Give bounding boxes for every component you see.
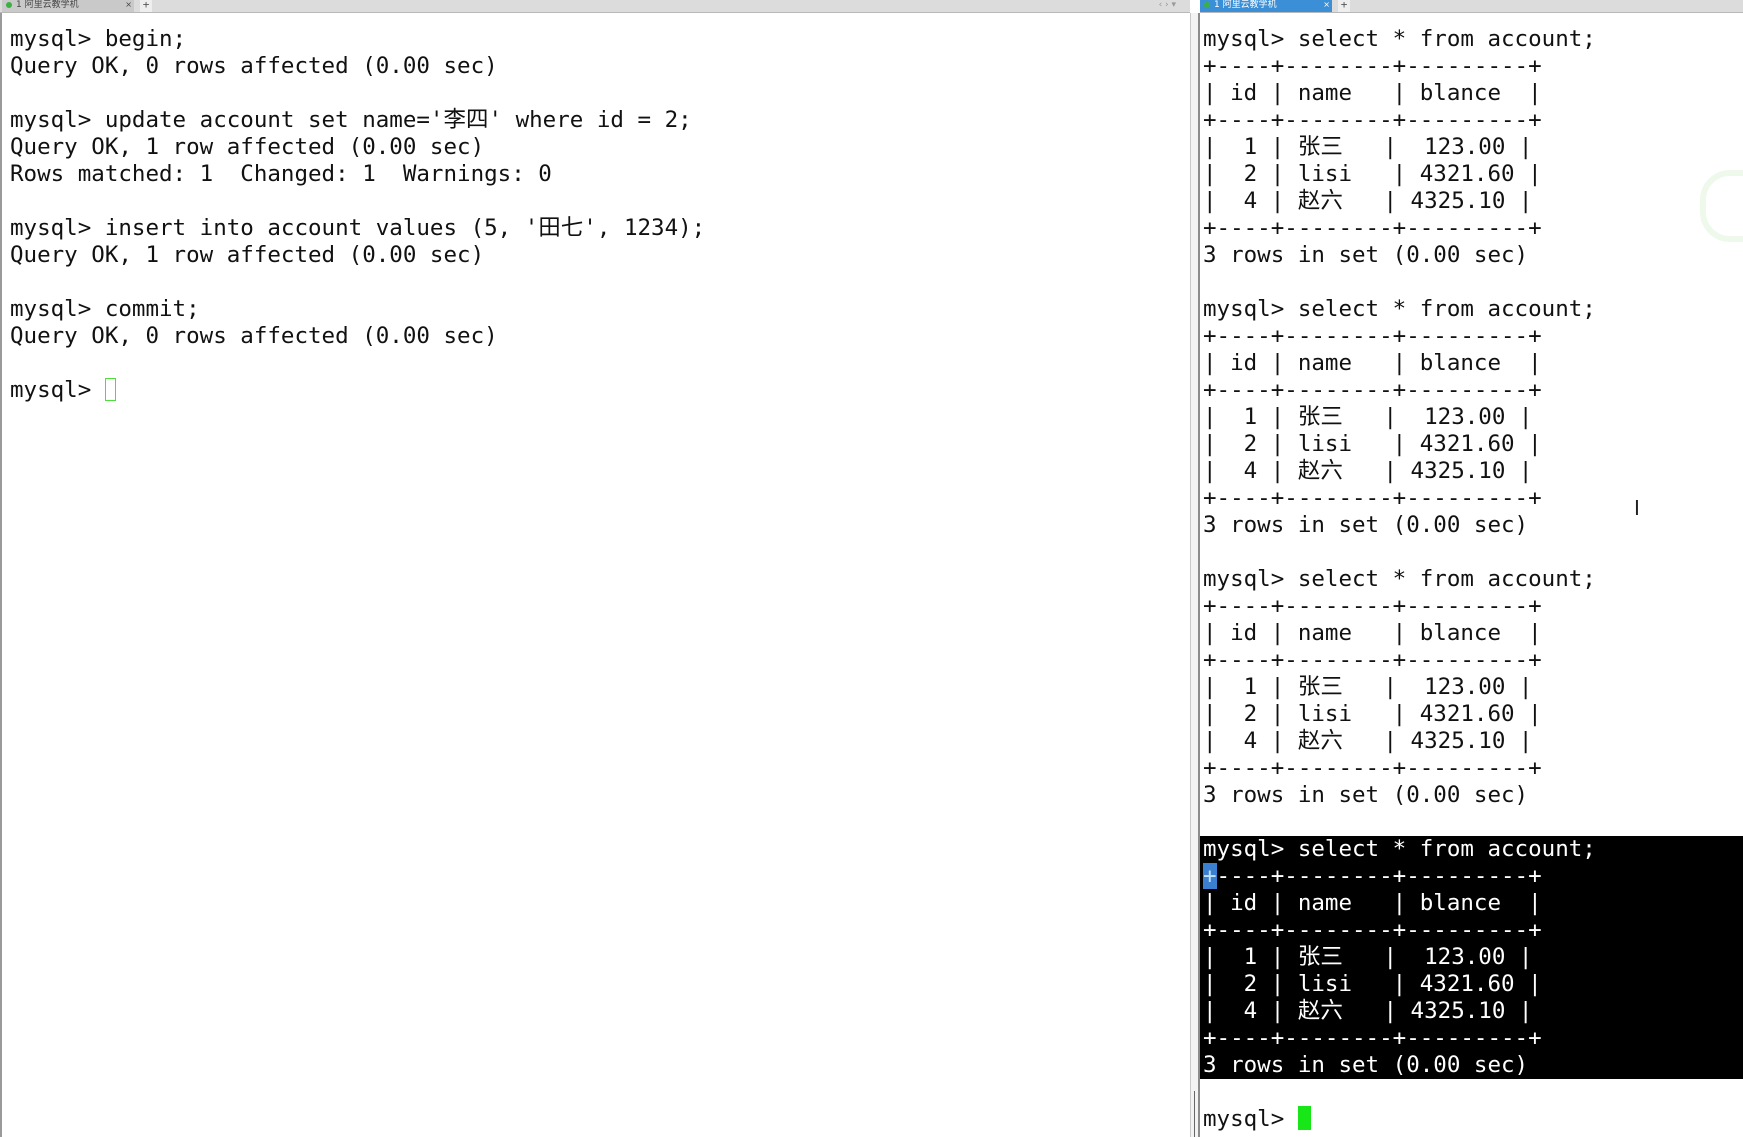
pane-splitter[interactable]	[1190, 13, 1200, 1137]
left-tab-bar: 1 阿里云教学机 × + ‹ › ▾	[0, 0, 1190, 13]
table-border: +----+--------+---------+	[1200, 917, 1743, 944]
right-terminal-output: mysql> select * from account; +----+-----…	[1200, 13, 1743, 1133]
table-header: | id | name | blance |	[1203, 80, 1542, 106]
table-row: | 4 | 赵六 | 4325.10 |	[1200, 998, 1743, 1025]
new-tab-button[interactable]: +	[140, 0, 152, 12]
table-row: | 4 | 赵六 | 4325.10 |	[1203, 188, 1533, 214]
tab-right-session[interactable]: 1 阿里云教学机 ×	[1200, 0, 1332, 12]
new-tab-button[interactable]: +	[1338, 0, 1350, 12]
text-cursor-ibeam-icon: I	[1634, 496, 1640, 520]
table-border: +----+--------+---------+	[1203, 485, 1542, 511]
table-border: +----+--------+---------+	[1203, 53, 1542, 79]
table-row: | 1 | 张三 | 123.00 |	[1200, 944, 1743, 971]
table-header: | id | name | blance |	[1203, 620, 1542, 646]
splitter-grip-icon[interactable]	[1194, 1091, 1195, 1137]
result-footer: 3 rows in set (0.00 sec)	[1203, 242, 1529, 268]
tab-label: 1 阿里云教学机	[1214, 0, 1277, 10]
result-footer: 3 rows in set (0.00 sec)	[1203, 512, 1529, 538]
terminal-cursor	[104, 378, 116, 401]
watermark-logo-icon	[1700, 170, 1743, 242]
table-row: | 4 | 赵六 | 4325.10 |	[1203, 458, 1533, 484]
prompt-line: mysql>	[1203, 1106, 1743, 1133]
table-border: +----+--------+---------+	[1203, 107, 1542, 133]
table-border-rest: ----+--------+---------+	[1216, 863, 1542, 889]
table-border: +----+--------+---------+	[1203, 593, 1542, 619]
table-border: +----+--------+---------+	[1203, 647, 1542, 673]
table-row: | 4 | 赵六 | 4325.10 |	[1203, 728, 1533, 754]
terminal-line: Rows matched: 1 Changed: 1 Warnings: 0	[10, 161, 552, 187]
table-row: | 1 | 张三 | 123.00 |	[1203, 674, 1533, 700]
table-row: | 2 | lisi | 4321.60 |	[1200, 971, 1743, 998]
result-footer: 3 rows in set (0.00 sec)	[1203, 782, 1529, 808]
terminal-line: Query OK, 0 rows affected (0.00 sec)	[10, 323, 498, 349]
terminal-line: Query OK, 1 row affected (0.00 sec)	[10, 134, 485, 160]
right-terminal-pane[interactable]: mysql> select * from account; +----+-----…	[1200, 13, 1743, 1137]
query-line: mysql> select * from account;	[1203, 566, 1596, 592]
terminal-line: mysql> insert into account values (5, '田…	[10, 215, 706, 241]
table-header: | id | name | blance |	[1200, 890, 1743, 917]
query-line: mysql> select * from account;	[1200, 836, 1743, 863]
terminal-cursor	[1297, 1106, 1311, 1130]
table-row: | 2 | lisi | 4321.60 |	[1203, 161, 1542, 187]
close-icon[interactable]: ×	[1323, 0, 1330, 10]
table-border: +----+--------+---------+	[1200, 863, 1743, 890]
terminal-line: Query OK, 0 rows affected (0.00 sec)	[10, 53, 498, 79]
selection-marker: +	[1203, 863, 1217, 889]
terminal-line: mysql> update account set name='李四' wher…	[10, 107, 692, 133]
table-border: +----+--------+---------+	[1203, 323, 1542, 349]
status-dot-icon	[6, 2, 12, 8]
table-row: | 1 | 张三 | 123.00 |	[1203, 404, 1533, 430]
prompt-text: mysql>	[10, 377, 105, 403]
query-line: mysql> select * from account;	[1203, 26, 1596, 52]
result-footer: 3 rows in set (0.00 sec)	[1200, 1052, 1743, 1079]
table-border: +----+--------+---------+	[1203, 755, 1542, 781]
tab-left-session[interactable]: 1 阿里云教学机 ×	[2, 0, 134, 12]
table-row: | 2 | lisi | 4321.60 |	[1203, 431, 1542, 457]
left-terminal-output: mysql> begin; Query OK, 0 rows affected (…	[2, 13, 1190, 404]
tab-nav-arrows-icon[interactable]: ‹ › ▾	[1159, 0, 1176, 10]
prompt-line: mysql>	[10, 377, 1190, 404]
table-row: | 1 | 张三 | 123.00 |	[1203, 134, 1533, 160]
prompt-text: mysql>	[1203, 1106, 1298, 1132]
right-tab-bar: 1 阿里云教学机 × +	[1200, 0, 1743, 13]
table-header: | id | name | blance |	[1203, 350, 1542, 376]
tab-label: 1 阿里云教学机	[16, 0, 79, 10]
table-border: +----+--------+---------+	[1203, 377, 1542, 403]
terminal-line: mysql> begin;	[10, 26, 187, 52]
table-row: | 2 | lisi | 4321.60 |	[1203, 701, 1542, 727]
terminal-line: mysql> commit;	[10, 296, 200, 322]
left-terminal-pane[interactable]: mysql> begin; Query OK, 0 rows affected (…	[0, 13, 1190, 1137]
table-border: +----+--------+---------+	[1203, 215, 1542, 241]
table-border: +----+--------+---------+	[1200, 1025, 1743, 1052]
close-icon[interactable]: ×	[125, 0, 132, 10]
status-dot-icon	[1204, 2, 1210, 8]
terminal-line: Query OK, 1 row affected (0.00 sec)	[10, 242, 485, 268]
query-line: mysql> select * from account;	[1203, 296, 1596, 322]
